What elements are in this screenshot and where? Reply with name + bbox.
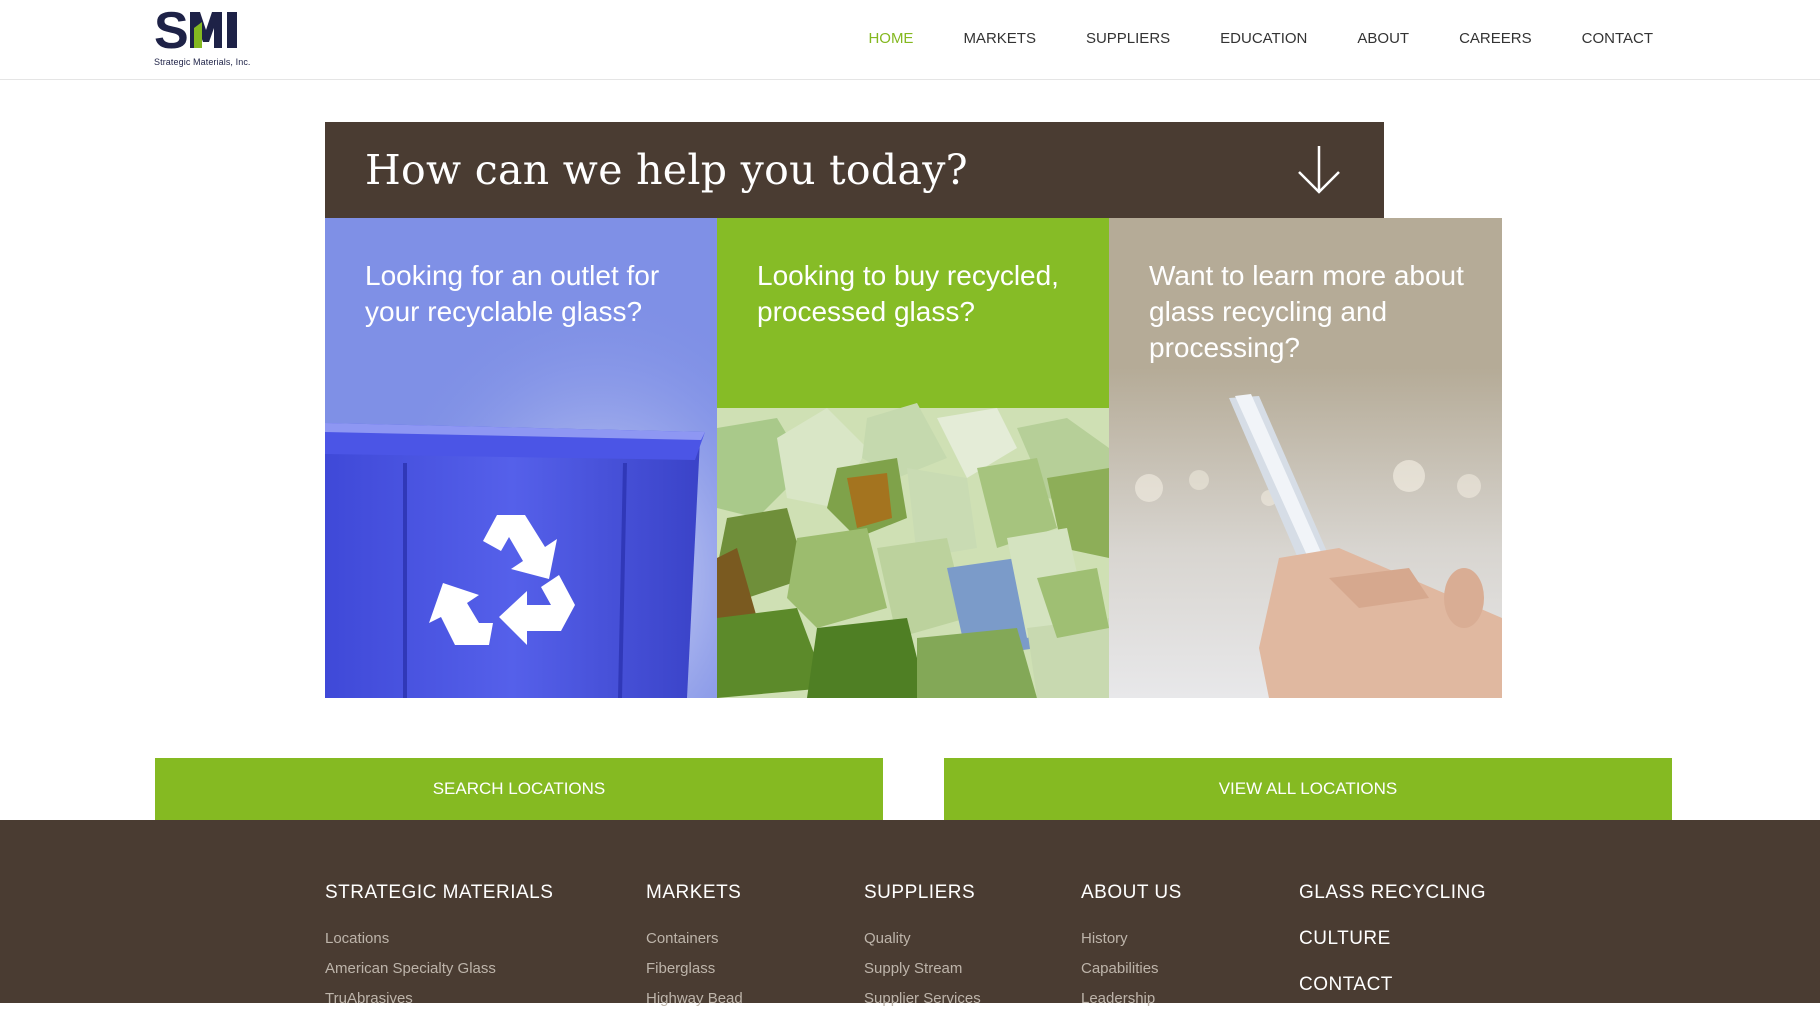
logo-letter-s: S (154, 8, 189, 54)
help-title: How can we help you today? (365, 146, 968, 194)
footer-col-misc: GLASS RECYCLING CULTURE CONTACT (1299, 882, 1486, 1020)
panel-sell-text: Looking for an outlet for your recyclabl… (365, 258, 685, 330)
search-locations-button[interactable]: SEARCH LOCATIONS (155, 758, 883, 820)
help-banner[interactable]: How can we help you today? (325, 122, 1384, 218)
site-footer: STRATEGIC MATERIALS Locations American S… (0, 820, 1820, 1007)
footer-link[interactable]: Locations (325, 924, 553, 954)
footer-heading-glass-recycling[interactable]: GLASS RECYCLING (1299, 882, 1486, 904)
footer-col-about: ABOUT US History Capabilities Leadership (1081, 882, 1182, 1014)
panel-buy-text: Looking to buy recycled, processed glass… (757, 258, 1077, 330)
footer-link[interactable]: Supplier Services (864, 984, 981, 1014)
footer-link[interactable]: Highway Bead (646, 984, 743, 1014)
smi-logo-mark: S (154, 2, 237, 60)
panel-learn-more[interactable]: Want to learn more about glass recycling… (1109, 218, 1502, 698)
nav-markets[interactable]: MARKETS (963, 30, 1036, 47)
footer-link[interactable]: History (1081, 924, 1182, 954)
main-nav: HOME MARKETS SUPPLIERS EDUCATION ABOUT C… (818, 30, 1653, 47)
footer-link[interactable]: TruAbrasives (325, 984, 553, 1014)
nav-contact[interactable]: CONTACT (1582, 30, 1653, 47)
footer-link[interactable]: Capabilities (1081, 954, 1182, 984)
footer-col-strategic: STRATEGIC MATERIALS Locations American S… (325, 882, 553, 1014)
footer-link[interactable]: Fiberglass (646, 954, 743, 984)
footer-link[interactable]: American Specialty Glass (325, 954, 553, 984)
panel-learn-pre: Want to learn more (1149, 260, 1394, 291)
panel-sell-glass[interactable]: Looking for an outlet for your recyclabl… (325, 218, 717, 698)
help-panels: Looking for an outlet for your recyclabl… (325, 218, 1502, 698)
footer-heading[interactable]: ABOUT US (1081, 882, 1182, 904)
nav-education[interactable]: EDUCATION (1220, 30, 1307, 47)
nav-suppliers[interactable]: SUPPLIERS (1086, 30, 1170, 47)
footer-link[interactable]: Leadership (1081, 984, 1182, 1014)
panel-sell-pre: Looking for (365, 260, 512, 291)
nav-about[interactable]: ABOUT (1357, 30, 1409, 47)
nav-careers[interactable]: CAREERS (1459, 30, 1532, 47)
nav-home[interactable]: HOME (868, 30, 913, 47)
smi-logo[interactable]: S Strategic Materials, Inc. (154, 2, 269, 70)
footer-link[interactable]: Supply Stream (864, 954, 981, 984)
view-all-locations-button[interactable]: VIEW ALL LOCATIONS (944, 758, 1672, 820)
panel-buy-glass[interactable]: Looking to buy recycled, processed glass… (717, 218, 1109, 698)
footer-heading-culture[interactable]: CULTURE (1299, 928, 1486, 950)
footer-heading[interactable]: STRATEGIC MATERIALS (325, 882, 553, 904)
footer-heading[interactable]: MARKETS (646, 882, 743, 904)
footer-col-markets: MARKETS Containers Fiberglass Highway Be… (646, 882, 743, 1014)
site-header: S Strategic Materials, Inc. HOME MARKETS… (0, 0, 1820, 80)
footer-heading-contact[interactable]: CONTACT (1299, 974, 1486, 996)
footer-col-suppliers: SUPPLIERS Quality Supply Stream Supplier… (864, 882, 981, 1014)
footer-link[interactable]: Quality (864, 924, 981, 954)
panel-buy-pre: Looking to (757, 260, 894, 291)
panel-learn-text: Want to learn more about glass recycling… (1149, 258, 1469, 366)
logo-subtitle: Strategic Materials, Inc. (154, 57, 251, 67)
footer-link[interactable]: Containers (646, 924, 743, 954)
arrow-down-icon (1298, 146, 1340, 194)
footer-heading[interactable]: SUPPLIERS (864, 882, 981, 904)
